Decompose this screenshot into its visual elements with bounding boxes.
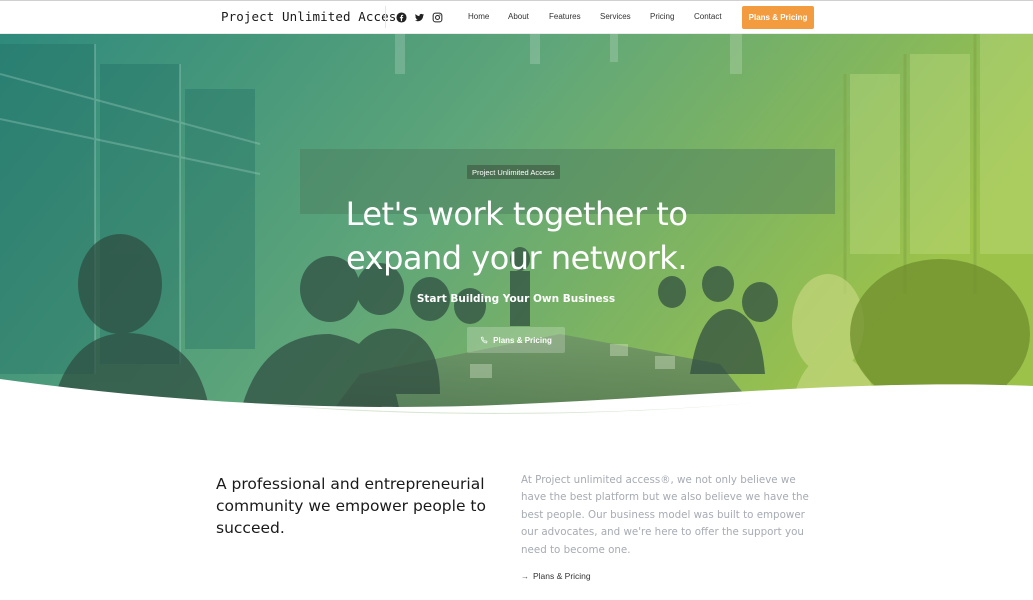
plans-pricing-link[interactable]: → Plans & Pricing [521,571,591,581]
nav-pricing[interactable]: Pricing [650,12,674,21]
plans-pricing-hero-button[interactable]: Plans & Pricing [467,327,565,353]
nav-services[interactable]: Services [600,12,631,21]
hero-title-line2: expand your network. [346,239,688,277]
header-divider [385,6,386,28]
instagram-icon[interactable] [432,12,443,23]
nav-features[interactable]: Features [549,12,581,21]
hero-tag: Project Unlimited Access [467,165,560,179]
arrow-right-icon: → [521,571,529,581]
twitter-icon[interactable] [414,12,425,23]
hero-subtitle: Start Building Your Own Business [416,293,616,305]
about-heading: A professional and entrepreneurial commu… [216,475,486,537]
hero-title-line1: Let's work together to [345,195,688,233]
nav-home[interactable]: Home [468,12,489,21]
nav-about[interactable]: About [508,12,529,21]
about-body: At Project unlimited access®, we not onl… [521,474,809,556]
plans-pricing-link-label: Plans & Pricing [533,571,591,581]
hero-button-label: Plans & Pricing [493,335,552,345]
hero-section: Project Unlimited Access Let's work toge… [0,34,1033,414]
plans-pricing-header-button[interactable]: Plans & Pricing [742,6,814,29]
site-header: Project Unlimited Access Home About Feat… [0,1,1033,34]
site-logo[interactable]: Project Unlimited Access [221,9,404,24]
facebook-icon[interactable] [396,12,407,23]
nav-contact[interactable]: Contact [694,12,722,21]
phone-icon [480,336,488,343]
hero-title: Let's work together to expand your netwo… [300,192,733,280]
